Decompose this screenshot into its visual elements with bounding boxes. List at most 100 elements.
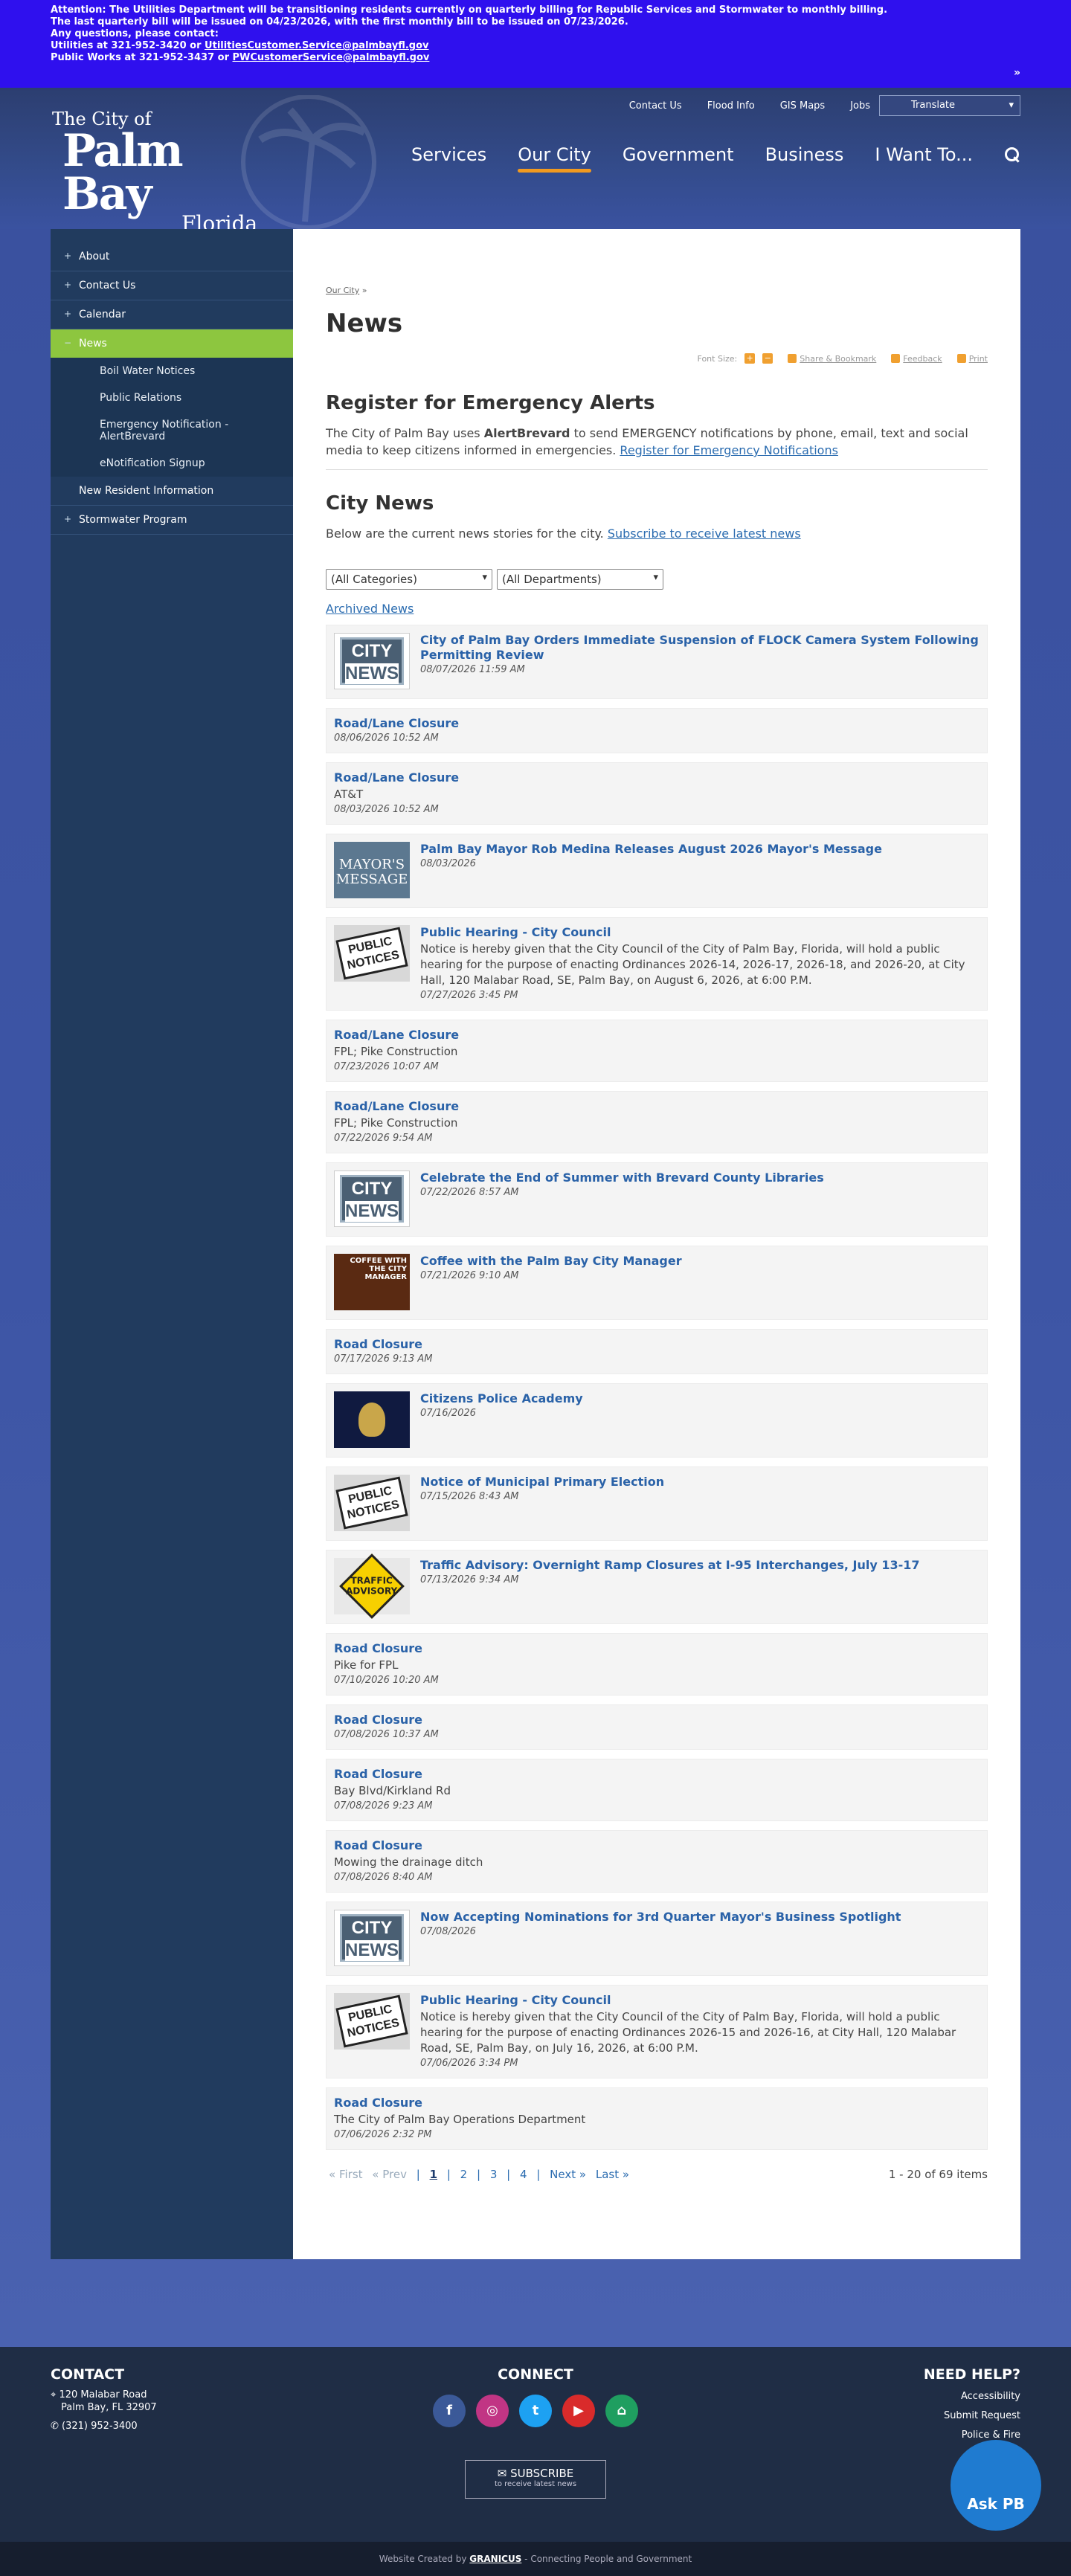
util-link-contact[interactable]: Contact Us [629, 100, 682, 112]
city-news-thumbnail[interactable]: CITY NEWS [334, 1910, 410, 1966]
news-item-title[interactable]: Road Closure [334, 1641, 980, 1656]
city-news-thumbnail[interactable]: CITY NEWS [334, 1171, 410, 1227]
news-item-title[interactable]: Road Closure [334, 1767, 980, 1782]
category-select[interactable]: (All Categories) [326, 569, 492, 590]
help-link-police-fire[interactable]: Police & Fire [924, 2430, 1020, 2441]
breadcrumb: Our City » [326, 286, 367, 295]
news-item-title[interactable]: Public Hearing - City Council [420, 1993, 980, 2008]
facebook-icon[interactable]: f [433, 2395, 466, 2427]
util-link-jobs[interactable]: Jobs [850, 100, 870, 112]
news-item-title[interactable]: Traffic Advisory: Overnight Ramp Closure… [420, 1558, 980, 1573]
font-decrease-button[interactable]: − [762, 353, 774, 364]
sidebar-subitem-public-relations[interactable]: Public Relations [51, 384, 293, 411]
translate-select[interactable]: Translate ▾ [879, 95, 1020, 116]
utilities-email-link[interactable]: UtilitiesCustomer.Service@palmbayfl.gov [205, 40, 428, 51]
sidebar-subitem-enotification[interactable]: eNotification Signup [51, 450, 293, 477]
register-emergency-link[interactable]: Register for Emergency Notifications [620, 443, 838, 457]
help-link-submit-request[interactable]: Submit Request [924, 2410, 1020, 2421]
ask-pb-chat-button[interactable]: Ask PB [951, 2440, 1041, 2531]
alert-collapse-icon[interactable]: » [1014, 67, 1020, 79]
font-increase-button[interactable]: + [744, 353, 756, 364]
news-item-title[interactable]: Road/Lane Closure [334, 1099, 980, 1114]
pager-page-3[interactable]: 3 [490, 2168, 498, 2181]
pager-page-1[interactable]: 1 [430, 2168, 437, 2181]
public-works-email-link[interactable]: PWCustomerService@palmbayfl.gov [233, 52, 430, 63]
nav-services[interactable]: Services [411, 144, 486, 165]
news-item-description: Pike for FPL [334, 1658, 399, 1672]
news-item-title[interactable]: Road/Lane Closure [334, 770, 980, 785]
sidebar-item-about[interactable]: + About [51, 242, 293, 271]
pager-page-4[interactable]: 4 [520, 2168, 527, 2181]
news-item-date: 07/08/2026 [420, 1926, 476, 1937]
city-news-title: City News [326, 492, 434, 515]
granicus-link[interactable]: GRANICUS [469, 2554, 521, 2564]
sidebar-item-stormwater[interactable]: + Stormwater Program [51, 506, 293, 535]
subscribe-button[interactable]: ✉ SUBSCRIBE to receive latest news [465, 2460, 606, 2499]
youtube-icon[interactable]: ▶ [562, 2395, 595, 2427]
news-item-date: 07/21/2026 9:10 AM [420, 1270, 519, 1281]
news-item: CITY NEWS Celebrate the End of Summer with… [326, 1162, 988, 1237]
pager-next[interactable]: Next » [550, 2168, 586, 2181]
news-item-body: Road Closure The City of Palm Bay Operati… [334, 2096, 980, 2140]
news-item-body: Road/Lane Closure FPL; Pike Construction 0… [334, 1099, 980, 1144]
share-bookmark-link[interactable]: Share & Bookmark [788, 353, 876, 364]
util-link-gis[interactable]: GIS Maps [780, 100, 826, 112]
news-item: Road Closure 07/17/2026 9:13 AM [326, 1329, 988, 1374]
pager-prev[interactable]: « Prev [372, 2168, 407, 2181]
news-item-title[interactable]: Now Accepting Nominations for 3rd Quarte… [420, 1910, 980, 1925]
city-logo[interactable]: The City of Palm Bay Florida [51, 109, 257, 236]
print-link[interactable]: Print [956, 353, 988, 364]
archived-news-link[interactable]: Archived News [326, 602, 988, 616]
news-item-title[interactable]: Coffee with the Palm Bay City Manager [420, 1254, 980, 1269]
news-item-title[interactable]: City of Palm Bay Orders Immediate Suspen… [420, 633, 980, 663]
news-item-title[interactable]: Road/Lane Closure [334, 716, 980, 731]
city-news-thumbnail[interactable]: CITY NEWS [334, 633, 410, 689]
news-item: COFFEE WITH THE CITY MANAGER Coffee with … [326, 1246, 988, 1320]
news-item-title[interactable]: Road/Lane Closure [334, 1028, 980, 1043]
coffee-thumbnail[interactable]: COFFEE WITH THE CITY MANAGER [334, 1254, 410, 1310]
sidebar-item-news[interactable]: − News [51, 329, 293, 358]
news-item: Road Closure The City of Palm Bay Operati… [326, 2087, 988, 2150]
mayors-message-thumbnail[interactable]: MAYOR'S MESSAGE [334, 842, 410, 898]
sidebar-item-new-resident[interactable]: New Resident Information [51, 477, 293, 506]
site-header: The City of Palm Bay Florida Contact Us … [0, 88, 1071, 236]
public-notices-thumbnail[interactable]: PUBLIC NOTICES [334, 1475, 410, 1531]
traffic-advisory-thumbnail[interactable]: TRAFFIC ADVISORY [334, 1553, 410, 1619]
news-item-title[interactable]: Road Closure [334, 2096, 980, 2110]
help-link-accessibility[interactable]: Accessibility [924, 2391, 1020, 2402]
nav-i-want-to[interactable]: I Want To... [875, 144, 973, 165]
sidebar-subitem-boil-water[interactable]: Boil Water Notices [51, 358, 293, 384]
util-link-flood[interactable]: Flood Info [707, 100, 755, 112]
news-item-title[interactable]: Road Closure [334, 1713, 980, 1727]
news-item-title[interactable]: Palm Bay Mayor Rob Medina Releases Augus… [420, 842, 980, 857]
breadcrumb-our-city[interactable]: Our City [326, 286, 359, 295]
news-item-title[interactable]: Road Closure [334, 1838, 980, 1853]
nav-government[interactable]: Government [623, 144, 734, 165]
nav-our-city[interactable]: Our City [518, 144, 591, 173]
instagram-icon[interactable]: ◎ [476, 2395, 509, 2427]
department-select[interactable]: (All Departments) [497, 569, 663, 590]
pager-page-2[interactable]: 2 [460, 2168, 468, 2181]
search-icon[interactable] [1004, 146, 1020, 163]
police-badge-thumbnail[interactable] [334, 1391, 410, 1448]
news-item-title[interactable]: Public Hearing - City Council [420, 925, 980, 940]
subscribe-news-link[interactable]: Subscribe to receive latest news [608, 527, 801, 541]
pager-last[interactable]: Last » [596, 2168, 629, 2181]
public-notices-thumbnail[interactable]: PUBLIC NOTICES [334, 925, 410, 982]
news-item-title[interactable]: Road Closure [334, 1337, 980, 1352]
nav-business[interactable]: Business [765, 144, 844, 165]
news-item-title[interactable]: Celebrate the End of Summer with Brevard… [420, 1171, 980, 1185]
sidebar-subitem-emergency-notification[interactable]: Emergency Notification - AlertBrevard [51, 411, 293, 450]
sidebar-item-contact-us[interactable]: + Contact Us [51, 271, 293, 300]
pager-first[interactable]: « First [329, 2168, 363, 2181]
news-item-body: Citizens Police Academy 07/16/2026 [420, 1391, 980, 1448]
twitter-icon[interactable]: t [519, 2395, 552, 2427]
news-item: PUBLIC NOTICES Public Hearing - City Counc… [326, 917, 988, 1011]
sidebar-item-calendar[interactable]: + Calendar [51, 300, 293, 329]
news-item-title[interactable]: Notice of Municipal Primary Election [420, 1475, 980, 1490]
nextdoor-icon[interactable]: ⌂ [605, 2395, 638, 2427]
public-notices-thumbnail[interactable]: PUBLIC NOTICES [334, 1993, 410, 2049]
feedback-link[interactable]: Feedback [891, 353, 942, 364]
divider [326, 469, 988, 470]
news-item-title[interactable]: Citizens Police Academy [420, 1391, 980, 1406]
